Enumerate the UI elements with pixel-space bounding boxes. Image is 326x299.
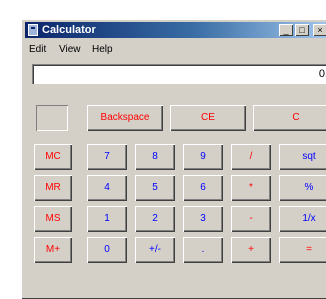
calculator-app-icon bbox=[28, 24, 38, 36]
clear-button[interactable]: C bbox=[253, 105, 326, 131]
multiply-button[interactable]: * bbox=[231, 175, 271, 201]
clear-entry-button[interactable]: CE bbox=[170, 105, 246, 131]
digit-1-button[interactable]: 1 bbox=[87, 206, 127, 232]
window-title: Calculator bbox=[42, 24, 96, 36]
decimal-button[interactable]: . bbox=[183, 237, 223, 263]
menu-edit[interactable]: Edit bbox=[29, 43, 46, 57]
add-button[interactable]: + bbox=[231, 237, 271, 263]
memory-add-button[interactable]: M+ bbox=[34, 237, 72, 263]
title-bar[interactable]: Calculator _ □ × bbox=[25, 22, 326, 38]
digit-3-button[interactable]: 3 bbox=[183, 206, 223, 232]
digit-6-button[interactable]: 6 bbox=[183, 175, 223, 201]
equals-button[interactable]: = bbox=[279, 237, 326, 263]
divide-button[interactable]: / bbox=[231, 144, 271, 170]
digit-0-button[interactable]: 0 bbox=[87, 237, 127, 263]
digit-2-button[interactable]: 2 bbox=[135, 206, 175, 232]
display-field: 0. bbox=[32, 64, 326, 84]
digit-4-button[interactable]: 4 bbox=[87, 175, 127, 201]
sign-toggle-button[interactable]: +/- bbox=[135, 237, 175, 263]
memory-recall-button[interactable]: MR bbox=[34, 175, 72, 201]
menu-view[interactable]: View bbox=[59, 43, 81, 57]
minimize-button[interactable]: _ bbox=[279, 24, 293, 36]
calculator-window: Calculator _ □ × Edit View Help 0. Backs… bbox=[21, 19, 326, 299]
digit-5-button[interactable]: 5 bbox=[135, 175, 175, 201]
memory-store-button[interactable]: MS bbox=[34, 206, 72, 232]
close-button[interactable]: × bbox=[313, 24, 326, 36]
memory-clear-button[interactable]: MC bbox=[34, 144, 72, 170]
subtract-button[interactable]: - bbox=[231, 206, 271, 232]
backspace-button[interactable]: Backspace bbox=[87, 105, 163, 131]
menu-help[interactable]: Help bbox=[92, 43, 113, 57]
digit-9-button[interactable]: 9 bbox=[183, 144, 223, 170]
memory-indicator bbox=[36, 105, 68, 131]
digit-7-button[interactable]: 7 bbox=[87, 144, 127, 170]
maximize-button[interactable]: □ bbox=[295, 24, 309, 36]
reciprocal-button[interactable]: 1/x bbox=[279, 206, 326, 232]
sqrt-button[interactable]: sqt bbox=[279, 144, 326, 170]
percent-button[interactable]: % bbox=[279, 175, 326, 201]
digit-8-button[interactable]: 8 bbox=[135, 144, 175, 170]
